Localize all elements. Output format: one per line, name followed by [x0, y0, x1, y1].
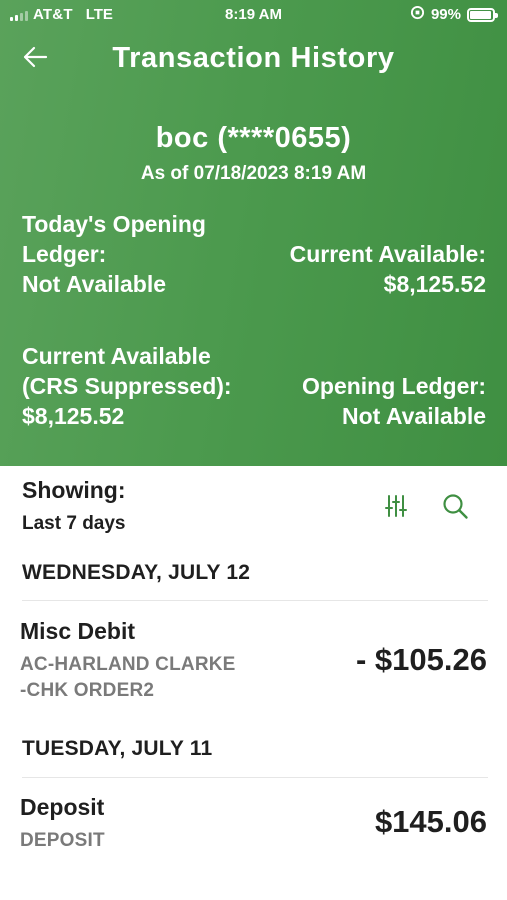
crs-label-line2: (CRS Suppressed):	[22, 373, 232, 399]
showing-label: Showing:	[22, 477, 126, 503]
top-navigation: Transaction History	[0, 30, 507, 88]
current-available: Current Available: $8,125.52	[246, 239, 486, 299]
transaction-amount: $145.06	[374, 804, 487, 839]
search-icon	[443, 494, 468, 519]
opening-ledger: Opening Ledger: Not Available	[266, 371, 486, 431]
date-range-filter[interactable]: Showing: Last 7 days	[22, 477, 126, 535]
opening-ledger-value: Not Available	[342, 403, 486, 429]
orientation-lock-icon	[410, 5, 425, 24]
todays-opening-label-line1: Today's Opening	[22, 211, 206, 237]
account-header: AT&T LTE 8:19 AM 99% Transaction History…	[0, 0, 507, 466]
battery-percent: 99%	[430, 6, 461, 23]
opening-ledger-label: Opening Ledger:	[302, 373, 486, 399]
current-available-value: $8,125.52	[383, 271, 486, 297]
transaction-name: Deposit	[20, 794, 105, 820]
as-of-timestamp: As of 07/18/2023 8:19 AM	[140, 163, 367, 184]
search-button[interactable]	[441, 492, 469, 520]
transaction-description-line2: -CHK ORDER2	[20, 680, 155, 701]
current-available-crs: Current Available (CRS Suppressed): $8,1…	[22, 341, 282, 431]
showing-value: Last 7 days	[22, 513, 126, 534]
day-heading: TUESDAY, JULY 11	[22, 737, 213, 760]
todays-opening-ledger: Today's Opening Ledger: Not Available	[22, 209, 262, 299]
transaction-name: Misc Debit	[20, 618, 136, 644]
todays-opening-value: Not Available	[22, 271, 166, 297]
transaction-row[interactable]: Misc Debit AC-HARLAND CLARKE -CHK ORDER2…	[0, 610, 507, 710]
crs-value: $8,125.52	[22, 403, 125, 429]
divider	[22, 600, 488, 601]
todays-opening-label-line2: Ledger:	[22, 241, 107, 267]
account-name: boc (****0655)	[155, 122, 352, 154]
page-title: Transaction History	[112, 42, 395, 74]
sliders-icon	[385, 495, 407, 517]
transaction-description-line1: AC-HARLAND CLARKE	[20, 654, 236, 675]
divider	[22, 777, 488, 778]
crs-label-line1: Current Available	[22, 343, 211, 369]
transaction-description-line1: DEPOSIT	[20, 830, 105, 851]
filter-button[interactable]	[383, 493, 409, 519]
day-heading: WEDNESDAY, JULY 12	[22, 561, 251, 584]
current-available-label: Current Available:	[289, 241, 486, 267]
transaction-row[interactable]: Deposit DEPOSIT $145.06	[0, 786, 507, 866]
transaction-amount: - $105.26	[356, 642, 487, 677]
status-bar: AT&T LTE 8:19 AM 99%	[0, 0, 507, 30]
battery-icon	[467, 7, 498, 22]
